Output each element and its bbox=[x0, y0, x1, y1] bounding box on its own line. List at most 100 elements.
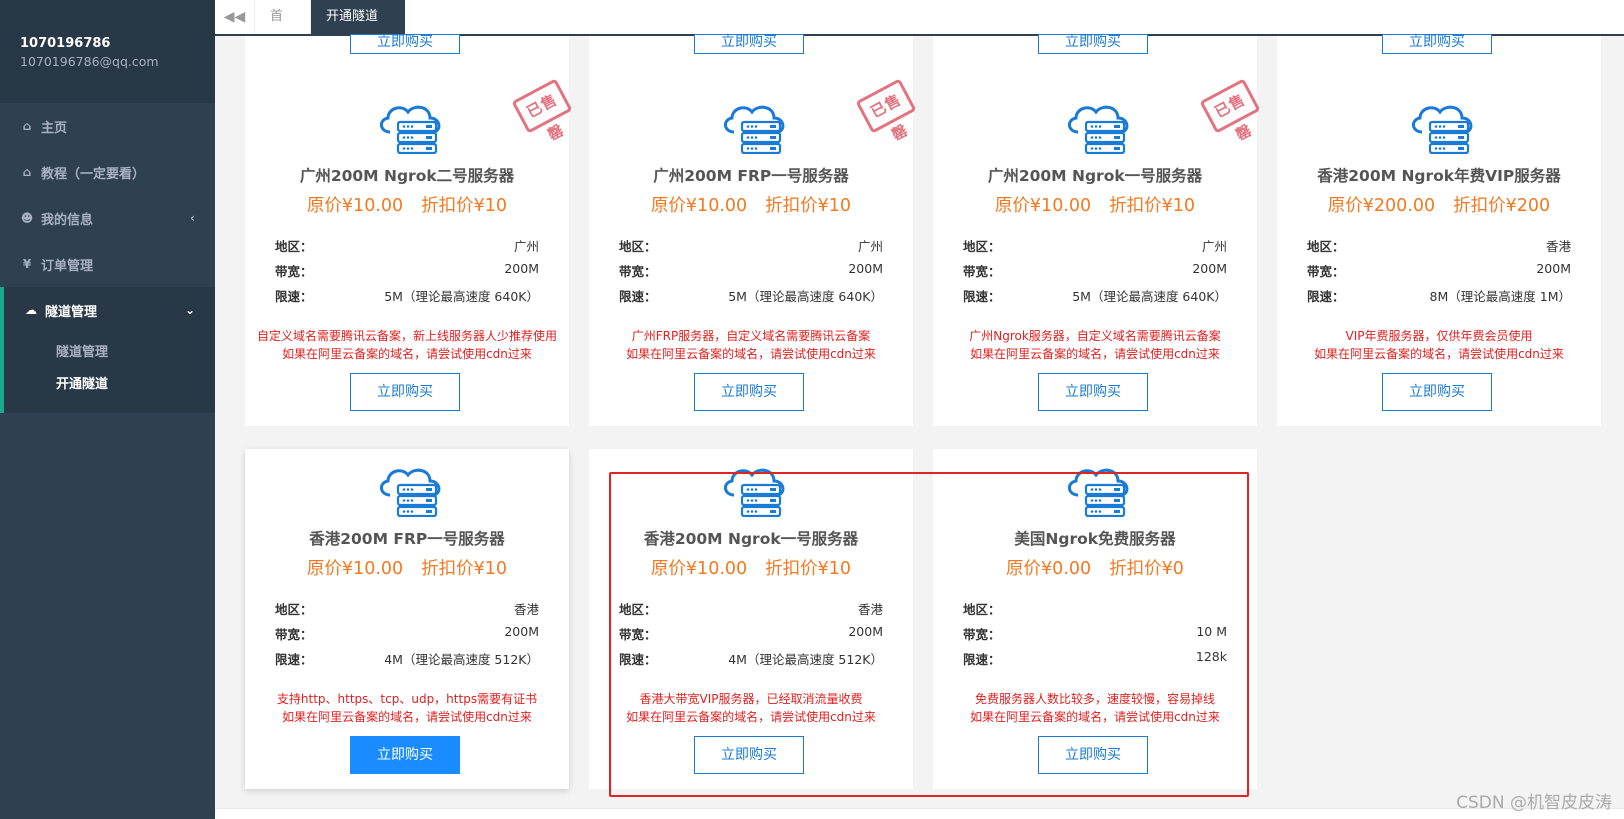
spec-speed-limit: 限速： 4M（理论最高速度 512K） bbox=[619, 649, 883, 674]
card-specs: 地区： 带宽： 10 M 限速： 128k bbox=[963, 599, 1227, 674]
discount-price: 折扣价¥10 bbox=[421, 559, 508, 579]
spec-label: 限速： bbox=[275, 652, 313, 667]
spec-value: 128k bbox=[1195, 649, 1227, 664]
buy-now-button[interactable]: 立即购买 bbox=[694, 373, 804, 411]
spec-bandwidth: 带宽： 200M bbox=[963, 261, 1227, 286]
sidebar-item-label: 订单管理 bbox=[41, 258, 94, 274]
spec-bandwidth: 带宽： 10 M bbox=[963, 624, 1227, 649]
sidebar: 1070196786 1070196786@qq.com ⌂ 主页 ⌂ 教程（一… bbox=[0, 0, 215, 819]
spec-region: 地区： 香港 bbox=[275, 599, 539, 624]
spec-bandwidth: 带宽： 200M bbox=[275, 261, 539, 286]
discount-price: 折扣价¥10 bbox=[1109, 196, 1196, 216]
product-card: 美国Ngrok免费服务器 原价¥0.00 折扣价¥0 地区： 带宽： 10 M 限速… bbox=[933, 449, 1257, 789]
sidebar-item-home[interactable]: ⌂ 主页 bbox=[0, 103, 215, 149]
buy-now-button[interactable]: 立即购买 bbox=[350, 736, 460, 774]
spec-label: 带宽： bbox=[963, 264, 1001, 279]
buy-now-button[interactable]: 立即购买 bbox=[1382, 34, 1492, 54]
sidebar-group-tunnel: ☁ 隧道管理 ⌄ 隧道管理 开通隧道 bbox=[0, 287, 215, 413]
sidebar-item-label: 我的信息 bbox=[41, 212, 94, 228]
note-line-1: 支持http、https、tcp、udp，https需要有证书 bbox=[276, 692, 538, 706]
profile-email: 1070196786@qq.com bbox=[20, 54, 159, 69]
card-title: 香港200M Ngrok年费VIP服务器 bbox=[1317, 167, 1561, 185]
product-card-partial: 立即购买 bbox=[933, 34, 1257, 86]
original-price: 原价¥10.00 bbox=[306, 559, 404, 579]
note-line-2: 如果在阿里云备案的域名，请尝试使用cdn过来 bbox=[626, 346, 876, 361]
buy-now-button[interactable]: 立即购买 bbox=[1038, 34, 1148, 54]
buy-now-button[interactable]: 立即购买 bbox=[694, 736, 804, 774]
spec-value: 200M bbox=[1192, 261, 1227, 276]
spec-value: 200M bbox=[1536, 261, 1571, 276]
spec-label: 带宽： bbox=[275, 264, 313, 279]
buy-now-button[interactable]: 立即购买 bbox=[694, 34, 804, 54]
original-price: 原价¥10.00 bbox=[650, 559, 748, 579]
buy-now-button[interactable]: 立即购买 bbox=[350, 34, 460, 54]
buy-now-button[interactable]: 立即购买 bbox=[350, 373, 460, 411]
card-price: 原价¥10.00 折扣价¥10 bbox=[933, 192, 1257, 217]
home-icon: ⌂ bbox=[22, 119, 32, 133]
sidebar-item-orders[interactable]: ¥ 订单管理 bbox=[0, 241, 215, 287]
card-note: 自定义域名需要腾讯云备案，新上线服务器人少推荐使用 如果在阿里云备案的域名，请尝… bbox=[245, 328, 569, 363]
yen-icon: ¥ bbox=[22, 257, 32, 271]
note-line-1: 香港大带宽VIP服务器，已经取消流量收费 bbox=[639, 692, 863, 706]
spec-value: 广州 bbox=[857, 239, 883, 254]
card-title: 香港200M Ngrok一号服务器 bbox=[643, 530, 859, 548]
spec-value: 200M bbox=[848, 624, 883, 639]
card-specs: 地区： 广州 带宽： 200M 限速： 5M（理论最高速度 640K） bbox=[963, 236, 1227, 311]
spec-label: 带宽： bbox=[1307, 264, 1345, 279]
original-price: 原价¥0.00 bbox=[1006, 559, 1092, 579]
note-line-1: 广州Ngrok服务器，自定义域名需要腾讯云备案 bbox=[969, 329, 1221, 343]
home-icon: ⌂ bbox=[22, 165, 32, 179]
card-specs: 地区： 香港 带宽： 200M 限速： 4M（理论最高速度 512K） bbox=[619, 599, 883, 674]
spec-value: 4M（理论最高速度 512K） bbox=[728, 652, 883, 667]
card-note: 香港大带宽VIP服务器，已经取消流量收费 如果在阿里云备案的域名，请尝试使用cd… bbox=[589, 691, 913, 726]
tab-bar: ◀◀ 首页 开通隧道✕ bbox=[215, 0, 1624, 58]
card-specs: 地区： 香港 带宽： 200M 限速： 4M（理论最高速度 512K） bbox=[275, 599, 539, 674]
spec-region: 地区： 香港 bbox=[619, 599, 883, 624]
spec-label: 带宽： bbox=[275, 627, 313, 642]
sold-out-stamp: 已售罄 bbox=[855, 78, 917, 144]
spec-value: 广州 bbox=[1201, 239, 1227, 254]
spec-bandwidth: 带宽： 200M bbox=[619, 261, 883, 286]
sidebar-item-tutorial[interactable]: ⌂ 教程（一定要看） bbox=[0, 149, 215, 195]
spec-label: 限速： bbox=[619, 652, 657, 667]
spec-speed-limit: 限速： 5M（理论最高速度 640K） bbox=[619, 286, 883, 311]
backward-icon[interactable]: ◀◀ bbox=[215, 0, 255, 34]
spec-value: 200M bbox=[504, 261, 539, 276]
spec-value: 10 M bbox=[1196, 624, 1227, 639]
spec-label: 带宽： bbox=[963, 627, 1001, 642]
spec-value: 广州 bbox=[513, 239, 539, 254]
spec-label: 限速： bbox=[963, 289, 1001, 304]
user-icon: ☻ bbox=[20, 211, 34, 225]
tab-open-tunnel[interactable]: 开通隧道✕ bbox=[311, 0, 405, 57]
tab-home[interactable]: 首页 bbox=[255, 0, 311, 58]
spec-label: 地区： bbox=[275, 239, 313, 254]
product-card: 已售罄 广州200M FRP一号服务器 原价¥10.00 折扣价¥10 地区： 广州… bbox=[589, 78, 917, 426]
spec-region: 地区： 广州 bbox=[963, 236, 1227, 261]
spec-speed-limit: 限速： 4M（理论最高速度 512K） bbox=[275, 649, 539, 674]
spec-value: 200M bbox=[504, 624, 539, 639]
buy-now-button[interactable]: 立即购买 bbox=[1038, 736, 1148, 774]
tab-label: 开通隧道 bbox=[326, 9, 379, 24]
card-specs: 地区： 广州 带宽： 200M 限速： 5M（理论最高速度 640K） bbox=[275, 236, 539, 311]
note-line-1: 自定义域名需要腾讯云备案，新上线服务器人少推荐使用 bbox=[256, 329, 557, 343]
sidebar-item-tunnel-management[interactable]: ☁ 隧道管理 ⌄ bbox=[4, 287, 215, 333]
sidebar-subitem-open-tunnel[interactable]: 开通隧道 bbox=[4, 369, 215, 401]
spec-label: 限速： bbox=[1307, 289, 1345, 304]
spec-value: 5M（理论最高速度 640K） bbox=[384, 289, 539, 304]
discount-price: 折扣价¥0 bbox=[1109, 559, 1184, 579]
product-card: 香港200M Ngrok年费VIP服务器 原价¥200.00 折扣价¥200 地区… bbox=[1277, 86, 1601, 426]
card-title: 广州200M Ngrok二号服务器 bbox=[299, 167, 515, 185]
spec-label: 限速： bbox=[963, 652, 1001, 667]
buy-now-button[interactable]: 立即购买 bbox=[1038, 373, 1148, 411]
note-line-2: 如果在阿里云备案的域名，请尝试使用cdn过来 bbox=[282, 709, 532, 724]
cloud-server-icon bbox=[380, 468, 441, 517]
spec-label: 带宽： bbox=[619, 627, 657, 642]
card-note: 广州FRP服务器，自定义域名需要腾讯云备案 如果在阿里云备案的域名，请尝试使用c… bbox=[589, 328, 913, 363]
spec-label: 地区： bbox=[963, 602, 1001, 617]
spec-region: 地区： 广州 bbox=[619, 236, 883, 261]
sidebar-subitem-tunnel-management[interactable]: 隧道管理 bbox=[4, 337, 215, 369]
buy-now-button[interactable]: 立即购买 bbox=[1382, 373, 1492, 411]
spec-value: 香港 bbox=[857, 602, 883, 617]
sidebar-item-my-info[interactable]: ☻ 我的信息 ‹ bbox=[0, 195, 215, 241]
sold-out-stamp: 已售罄 bbox=[1199, 78, 1261, 144]
